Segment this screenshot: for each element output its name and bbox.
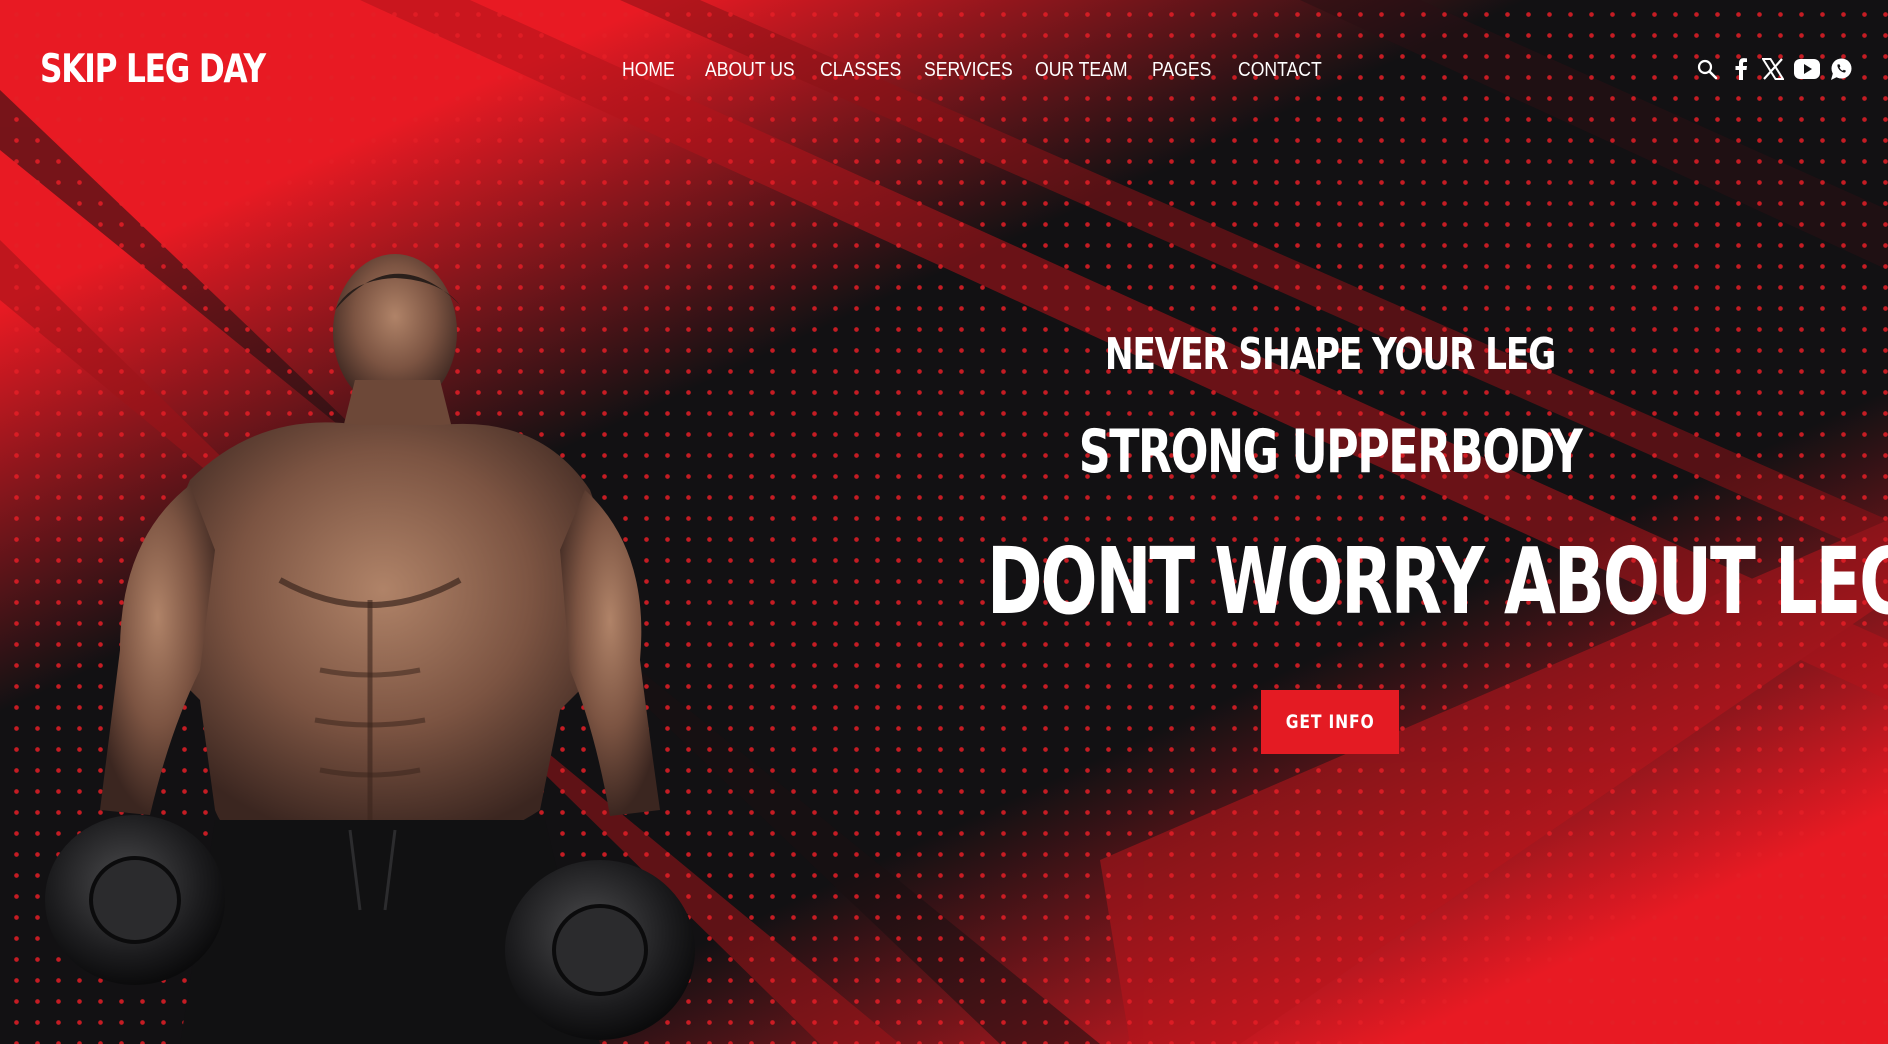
site-header: SKIP LEG DAY HOME ABOUT US CLASSES SERVI… [0,0,1888,140]
hero-text-block: NEVER SHAPE YOUR LEG STRONG UPPERBODY DO… [860,320,1888,754]
athlete-image [45,254,695,1044]
hero-tagline: STRONG UPPERBODY [1078,417,1583,487]
nav-item-about-us[interactable]: ABOUT US [705,54,795,86]
hero-subtitle: NEVER SHAPE YOUR LEG [1104,329,1556,380]
get-info-button[interactable]: GET INFO [1261,690,1399,754]
x-twitter-icon[interactable] [1760,56,1786,82]
whatsapp-icon[interactable] [1828,56,1854,82]
search-icon[interactable] [1694,56,1720,82]
youtube-icon[interactable] [1794,56,1820,82]
nav-item-home[interactable]: HOME [622,54,675,86]
facebook-icon[interactable] [1728,56,1754,82]
nav-item-our-team[interactable]: OUR TEAM [1035,54,1128,86]
nav-item-pages[interactable]: PAGES [1152,54,1211,86]
main-nav: HOME ABOUT US CLASSES SERVICES OUR TEAM … [0,54,1888,86]
nav-item-contact[interactable]: CONTACT [1238,54,1322,86]
nav-item-services[interactable]: SERVICES [924,54,1013,86]
hero-section: SKIP LEG DAY HOME ABOUT US CLASSES SERVI… [0,0,1888,1044]
hero-headline: DONT WORRY ABOUT LEG DAY [986,528,1888,635]
get-info-button-label: GET INFO [1285,711,1375,733]
nav-item-classes[interactable]: CLASSES [820,54,901,86]
